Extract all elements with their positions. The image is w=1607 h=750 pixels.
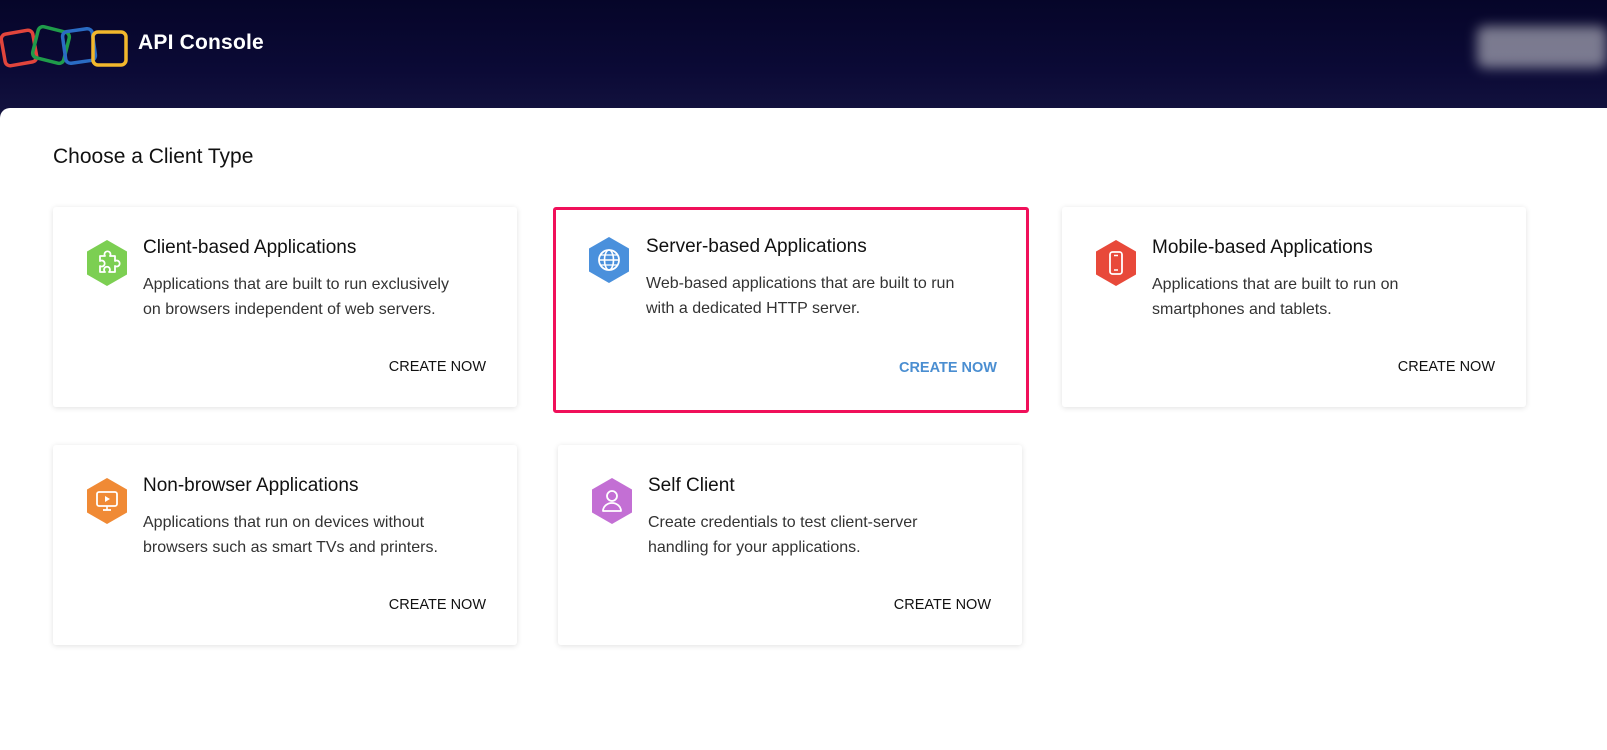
globe-icon xyxy=(589,237,629,283)
card-description: Applications that run on devices without… xyxy=(143,514,438,556)
create-now-button[interactable]: CREATE NOW xyxy=(899,360,997,376)
app-title: API Console xyxy=(138,31,264,54)
card-server-based[interactable]: Server-based Applications Web-based appl… xyxy=(553,207,1029,413)
card-description: Applications that are built to run on sm… xyxy=(1152,276,1399,318)
card-self-client[interactable]: Self Client Create credentials to test c… xyxy=(558,445,1022,645)
main-panel xyxy=(0,108,1607,750)
card-description: Web-based applications that are built to… xyxy=(646,275,955,317)
card-title: Mobile-based Applications xyxy=(1152,237,1373,258)
card-title: Non-browser Applications xyxy=(143,475,359,496)
top-header: API Console xyxy=(0,0,1607,118)
puzzle-icon xyxy=(87,240,127,286)
card-title: Client-based Applications xyxy=(143,237,357,258)
card-non-browser[interactable]: Non-browser Applications Applications th… xyxy=(53,445,517,645)
create-now-button[interactable]: CREATE NOW xyxy=(389,597,486,613)
card-description: Applications that are built to run exclu… xyxy=(143,276,449,318)
page-title: Choose a Client Type xyxy=(53,145,254,168)
create-now-button[interactable]: CREATE NOW xyxy=(389,359,486,375)
card-title: Server-based Applications xyxy=(646,236,867,257)
create-now-button[interactable]: CREATE NOW xyxy=(894,597,991,613)
card-description: Create credentials to test client-server… xyxy=(648,514,918,556)
zoho-logo-icon[interactable] xyxy=(0,22,132,70)
card-title: Self Client xyxy=(648,475,735,496)
tv-icon xyxy=(87,478,127,524)
user-menu[interactable] xyxy=(1477,26,1607,68)
mobile-icon xyxy=(1096,240,1136,286)
card-client-based[interactable]: Client-based Applications Applications t… xyxy=(53,207,517,407)
create-now-button[interactable]: CREATE NOW xyxy=(1398,359,1495,375)
card-mobile-based[interactable]: Mobile-based Applications Applications t… xyxy=(1062,207,1526,407)
user-icon xyxy=(592,478,632,524)
